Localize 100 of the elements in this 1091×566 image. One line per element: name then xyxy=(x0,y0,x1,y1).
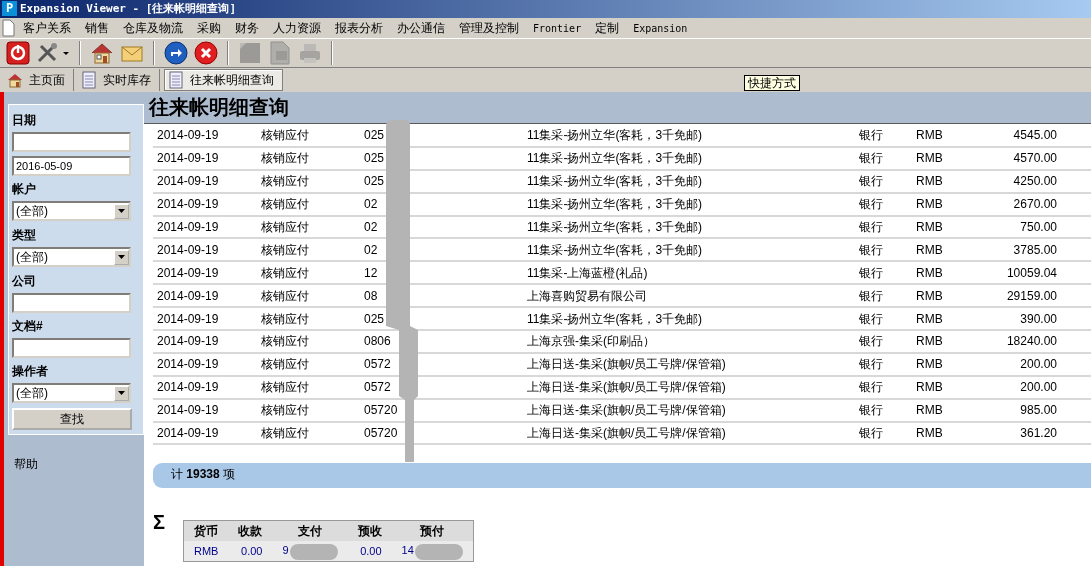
document-icon xyxy=(168,71,184,89)
table-cell: 银行 xyxy=(855,375,912,399)
tab[interactable]: 往来帐明细查询 xyxy=(164,69,283,91)
table-cell: RMB xyxy=(912,375,972,399)
dropdown[interactable]: (全部) xyxy=(12,383,131,403)
table-cell: 上海日送-集采(旗帜/员工号牌/保管箱) xyxy=(523,398,855,422)
table-cell: 2014-09-19 xyxy=(153,261,257,285)
table-cell: 2014-09-19 xyxy=(153,330,257,353)
table-cell: 银行 xyxy=(855,238,912,262)
table-cell: 2014-09-19 xyxy=(153,352,257,376)
table-cell: 11集采-扬州立华(客耗，3千免邮) xyxy=(523,307,855,330)
menu-item[interactable]: 客户关系 xyxy=(16,19,78,37)
table-cell: 11集采-扬州立华(客耗，3千免邮) xyxy=(523,192,855,216)
table-cell: 银行 xyxy=(855,307,912,330)
table-cell: 核销应付 xyxy=(257,238,360,262)
table-cell: 361.20 xyxy=(972,421,1067,445)
table-cell: 2014-09-19 xyxy=(153,192,257,216)
window-title: Expansion Viewer - [往来帐明细查询] xyxy=(20,2,237,15)
app-logo: P xyxy=(2,1,17,16)
table-cell: 上海京强-集采(印刷品） xyxy=(523,330,855,353)
menu-item[interactable]: Expansion xyxy=(626,20,695,36)
forward-icon[interactable] xyxy=(164,41,188,65)
table-cell: 核销应付 xyxy=(257,261,360,285)
table-cell: 750.00 xyxy=(972,215,1067,239)
table-cell: 核销应付 xyxy=(257,169,360,193)
tab[interactable]: 主页面 xyxy=(4,69,74,91)
table-cell: 银行 xyxy=(855,330,912,353)
table-cell: RMB xyxy=(912,330,972,353)
table-cell: 2014-09-19 xyxy=(153,398,257,422)
total-bar: 计 19338 项 xyxy=(153,463,1091,489)
table-cell: 银行 xyxy=(855,169,912,193)
help-link[interactable]: 帮助 xyxy=(14,455,144,473)
table-cell: 银行 xyxy=(855,261,912,285)
menu-item[interactable]: Frontier xyxy=(526,20,589,36)
input-field[interactable] xyxy=(12,338,131,358)
menu-item[interactable]: 销售 xyxy=(78,19,116,37)
tooltip: 快捷方式 xyxy=(744,75,800,91)
menu-item[interactable]: 财务 xyxy=(228,19,266,37)
table-cell: 2014-09-19 xyxy=(153,169,257,193)
table-cell: 2670.00 xyxy=(972,192,1067,216)
table-cell: RMB xyxy=(912,307,972,330)
menu-item[interactable]: 采购 xyxy=(190,19,228,37)
table-cell: 11集采-扬州立华(客耗，3千免邮) xyxy=(523,238,855,262)
table-cell: 200.00 xyxy=(972,352,1067,376)
table-cell: 2014-09-19 xyxy=(153,215,257,239)
menu-item[interactable]: 报表分析 xyxy=(328,19,390,37)
table-cell: 2014-09-19 xyxy=(153,238,257,262)
table-cell: RMB xyxy=(912,124,972,147)
redaction-mark xyxy=(289,543,338,560)
field-label: 类型 xyxy=(12,227,37,244)
menu-item[interactable]: 管理及控制 xyxy=(452,19,526,37)
table-cell: 上海日送-集采(旗帜/员工号牌/保管箱) xyxy=(523,375,855,399)
menu-item[interactable]: 定制 xyxy=(588,19,627,37)
dropdown[interactable]: (全部) xyxy=(12,201,131,221)
table-cell: 核销应付 xyxy=(257,192,360,216)
caret-icon xyxy=(118,255,125,259)
tab[interactable]: 实时库存 xyxy=(78,69,160,91)
page-title: 往来帐明细查询 xyxy=(147,95,290,120)
cancel-icon[interactable] xyxy=(194,41,218,65)
table-cell: 0.00 xyxy=(360,544,382,557)
table-cell: 2014-09-19 xyxy=(153,307,257,330)
table-cell: 核销应付 xyxy=(257,421,360,445)
table-cell: 上海日送-集采(旗帜/员工号牌/保管箱) xyxy=(523,352,855,376)
power-icon[interactable] xyxy=(6,41,30,65)
table-cell: 2014-09-19 xyxy=(153,124,257,147)
table-cell: 核销应付 xyxy=(257,375,360,399)
table-cell: 0.00 xyxy=(241,544,263,557)
table-cell: 2014-09-19 xyxy=(153,421,257,445)
input-field[interactable]: 2016-05-09 xyxy=(12,156,131,176)
table-cell: 11集采-扬州立华(客耗，3千免邮) xyxy=(523,124,855,147)
menu-item[interactable]: 办公通信 xyxy=(390,19,452,37)
table-cell: 9 xyxy=(282,544,289,557)
dropdown[interactable]: (全部) xyxy=(12,247,131,267)
table-cell: 11集采-扬州立华(客耗，3千免邮) xyxy=(523,169,855,193)
table-cell: 核销应付 xyxy=(257,284,360,308)
table-cell: 29159.00 xyxy=(972,284,1067,308)
table-cell: 11集采-上海蓝橙(礼品) xyxy=(523,261,855,285)
search-button[interactable]: 查找 xyxy=(12,408,132,430)
field-label: 操作者 xyxy=(12,363,49,380)
table-cell: 3785.00 xyxy=(972,238,1067,262)
menu-item[interactable]: 人力资源 xyxy=(266,19,328,37)
home-icon[interactable] xyxy=(90,41,114,65)
input-field[interactable] xyxy=(12,132,131,152)
menu-item[interactable]: 仓库及物流 xyxy=(116,19,190,37)
tools-icon[interactable] xyxy=(36,41,70,65)
table-cell: 2014-09-19 xyxy=(153,375,257,399)
table-cell: 核销应付 xyxy=(257,146,360,170)
sigma-label: Σ xyxy=(153,512,165,536)
table-cell: 18240.00 xyxy=(972,330,1067,353)
table-cell: 银行 xyxy=(855,215,912,239)
input-field[interactable] xyxy=(12,293,131,313)
table-cell: 核销应付 xyxy=(257,352,360,376)
table-cell: 核销应付 xyxy=(257,330,360,353)
table-cell: 11集采-扬州立华(客耗，3千免邮) xyxy=(523,146,855,170)
caret-icon xyxy=(118,391,125,395)
table-cell: 上海喜购贸易有限公司 xyxy=(523,284,855,308)
table-cell: 10059.04 xyxy=(972,261,1067,285)
table-cell: RMB xyxy=(912,146,972,170)
table-cell: RMB xyxy=(912,215,972,239)
document-icon xyxy=(81,71,97,89)
